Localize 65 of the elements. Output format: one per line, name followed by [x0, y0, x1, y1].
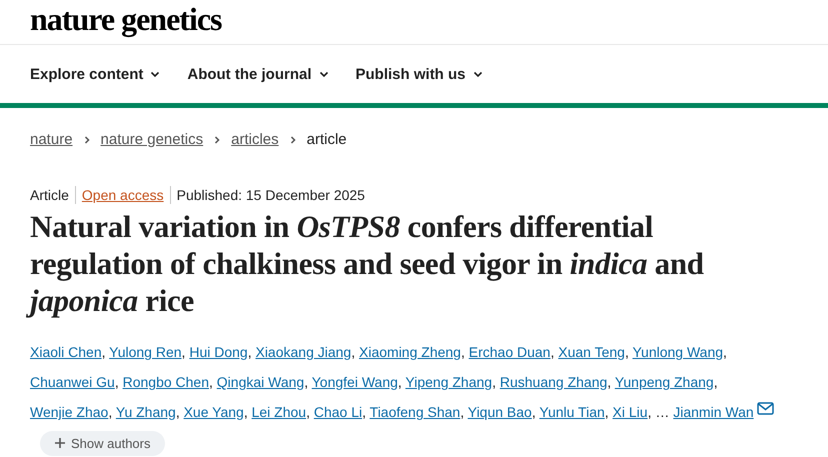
author-separator: , — [460, 344, 465, 360]
author-separator: , — [624, 344, 629, 360]
author-link[interactable]: Xue Yang — [184, 404, 244, 420]
nav-menu-item[interactable]: Publish with us — [356, 66, 484, 82]
author-link[interactable]: Erchao Duan — [468, 344, 550, 360]
author-link[interactable]: Yipeng Zhang — [405, 374, 492, 390]
author-link[interactable]: Chuanwei Gu — [30, 374, 115, 390]
author-link[interactable]: Yulong Ren — [109, 344, 182, 360]
author-link[interactable]: Jianmin Wan — [673, 404, 754, 420]
author-separator: , — [532, 404, 536, 420]
author-link[interactable]: Tiaofeng Shan — [370, 404, 460, 420]
author-link[interactable]: Xi Liu — [612, 404, 648, 420]
author-separator: , — [114, 374, 119, 390]
author-separator: , — [398, 374, 402, 390]
author-separator: , — [304, 374, 308, 390]
author-separator: , — [550, 344, 554, 360]
breadcrumb-link[interactable]: articles — [231, 131, 279, 148]
show-authors-button[interactable]: Show authors — [40, 430, 164, 456]
author-link[interactable]: Rongbo Chen — [122, 374, 210, 390]
author-link[interactable]: Yunpeng Zhang — [614, 374, 714, 390]
author-separator: , — [714, 374, 718, 390]
breadcrumb-link[interactable]: nature genetics — [100, 131, 204, 148]
author-separator: , — [102, 344, 106, 360]
author-separator: , — [176, 404, 180, 420]
published-date: Published: 15 December 2025 — [176, 187, 365, 203]
open-access-link[interactable]: Open access — [82, 187, 164, 203]
author-link[interactable]: Yunlu Tian — [539, 404, 605, 420]
author-separator: , — [604, 404, 609, 420]
author-link[interactable]: Yu Zhang — [116, 404, 176, 420]
author-link[interactable]: Chao Li — [314, 404, 362, 420]
author-separator: , … — [648, 404, 670, 420]
author-link[interactable]: Xiaokang Jiang — [255, 344, 352, 360]
author-link[interactable]: Yiqun Bao — [468, 404, 532, 420]
author-link[interactable]: Hui Dong — [189, 344, 248, 360]
author-link[interactable]: Xiaoli Chen — [30, 344, 102, 360]
author-separator: , — [351, 344, 356, 360]
author-link[interactable]: Yunlong Wang — [632, 344, 724, 360]
author-link[interactable]: Qingkai Wang — [216, 374, 304, 390]
author-separator: , — [108, 404, 112, 420]
nav-menu-item[interactable]: About the journal — [187, 66, 330, 82]
article-title: Natural variation in OsTPS8 confers differential regulation of chalkiness and seed vigor in indica and japonica rice — [0, 208, 780, 319]
plus-icon — [54, 437, 66, 450]
author-separator: , — [460, 404, 464, 420]
author-link[interactable]: Yongfei Wang — [312, 374, 398, 390]
author-separator: , — [248, 344, 252, 360]
author-separator: , — [244, 404, 248, 420]
nav-menu-item[interactable]: Explore content — [30, 66, 162, 82]
author-separator: , — [306, 404, 310, 420]
mail-icon[interactable] — [756, 402, 774, 415]
current-page-label: article — [306, 131, 347, 148]
breadcrumb-link[interactable]: nature — [30, 131, 73, 148]
author-separator: , — [362, 404, 366, 420]
author-link[interactable]: Lei Zhou — [252, 404, 306, 420]
author-separator: , — [209, 374, 213, 390]
author-link[interactable]: Xiaoming Zheng — [359, 344, 461, 360]
article-type: Article — [30, 187, 69, 203]
author-link[interactable]: Wenjie Zhao — [30, 404, 108, 420]
author-separator: , — [607, 374, 612, 390]
chevron-right-icon — [212, 134, 222, 144]
author-separator: , — [182, 344, 186, 360]
journal-logo[interactable]: nature genetics — [30, 3, 222, 44]
author-link[interactable]: Xuan Teng — [558, 344, 625, 360]
author-separator: , — [723, 344, 727, 360]
author-separator: , — [492, 374, 496, 390]
author-link[interactable]: Rushuang Zhang — [500, 374, 608, 390]
